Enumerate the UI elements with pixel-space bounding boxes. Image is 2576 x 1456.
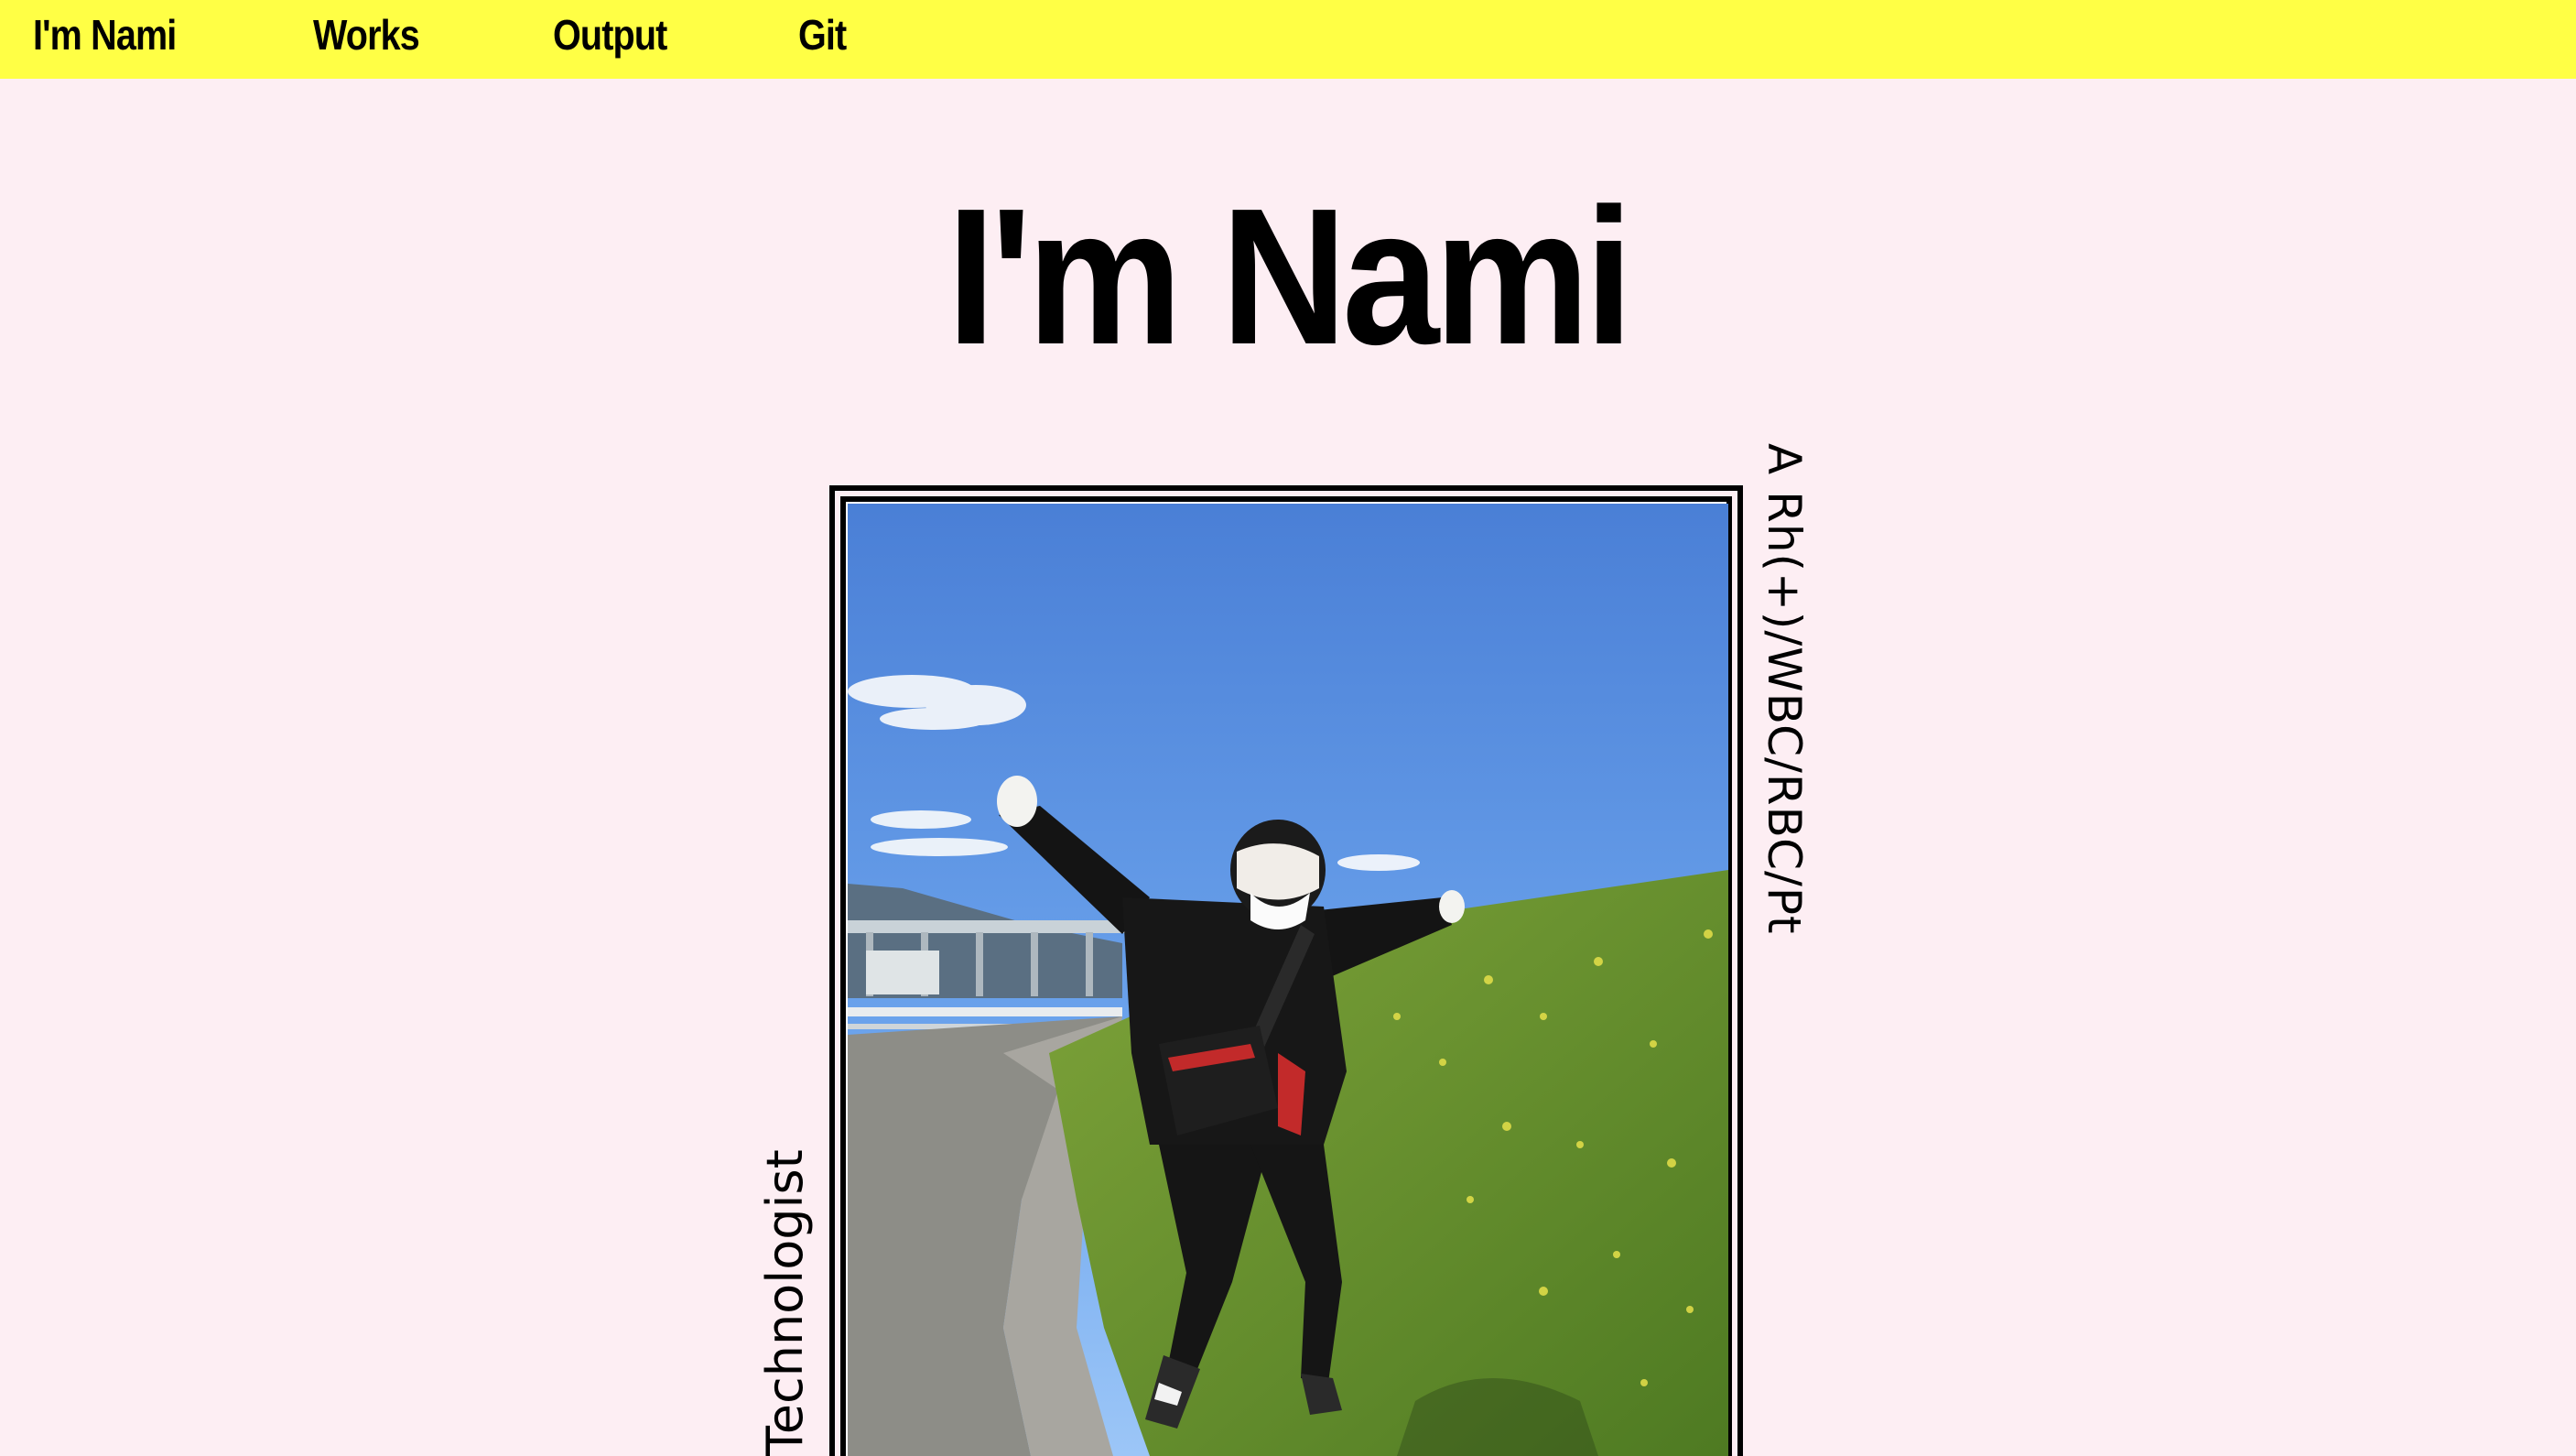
- nav-link-git[interactable]: Git: [798, 0, 847, 79]
- nav-link-output[interactable]: Output: [553, 0, 667, 79]
- hero-title-text: I'm Nami: [947, 168, 1634, 385]
- nav-link-home[interactable]: I'm Nami: [33, 0, 177, 79]
- tagline-right: A Rh(+)/WBC/RBC/Pt: [1758, 443, 1811, 935]
- page: I'm Nami Works Output Git I'm Nami A Rh(…: [0, 0, 2576, 1456]
- profile-photo: [848, 504, 1728, 1456]
- nav-link-works[interactable]: Works: [313, 0, 420, 79]
- tagline-left: Technologist: [756, 1149, 814, 1456]
- hero-title: I'm Nami: [0, 176, 2576, 377]
- top-nav-bar: I'm Nami Works Output Git: [0, 0, 2576, 79]
